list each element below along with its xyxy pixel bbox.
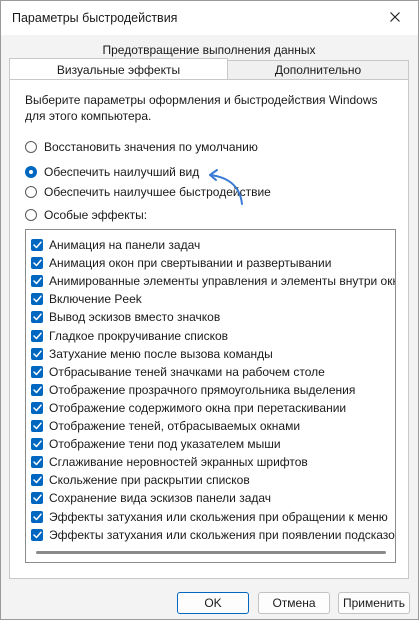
effect-item[interactable]: Эффекты затухания или скольжения при поя… [31, 526, 396, 544]
checkmark-icon[interactable] [31, 420, 43, 432]
effect-label: Отбрасывание теней значками на рабочем с… [49, 364, 325, 379]
radio-circle [25, 186, 37, 198]
effect-item[interactable]: Отображение теней, отбрасываемых окнами [31, 417, 300, 435]
radio-circle [25, 209, 37, 221]
radio-best-appearance[interactable]: Обеспечить наилучший вид [25, 163, 199, 181]
effect-item[interactable]: Отбрасывание теней значками на рабочем с… [31, 363, 325, 381]
checkmark-icon[interactable] [31, 347, 43, 360]
checkmark-icon[interactable] [31, 293, 43, 306]
effect-item[interactable]: Отображение тени под указателем мыши [31, 435, 281, 453]
radio-circle [25, 166, 37, 178]
effect-label: Отображение тени под указателем мыши [49, 437, 281, 452]
checkmark-icon[interactable] [31, 257, 43, 270]
description-text: Выберите параметры оформления и быстроде… [25, 93, 378, 123]
title-bar: Параметры быстродействия [1, 1, 418, 35]
effect-item[interactable]: Эффекты затухания или скольжения при обр… [31, 508, 388, 526]
tab-visual-effects[interactable]: Визуальные эффекты [9, 58, 228, 80]
effect-item[interactable]: Затухание меню после вызова команды [31, 345, 273, 363]
close-button[interactable] [372, 1, 418, 35]
effect-item[interactable]: Анимация окон при свертывании и разверты… [31, 254, 331, 272]
effect-label: Анимация на панели задач [49, 238, 201, 252]
effect-label: Скольжение при раскрытии списков [49, 473, 250, 488]
effect-item[interactable]: Сохранение вида эскизов панели задач [31, 489, 271, 507]
checkmark-icon[interactable] [31, 438, 43, 451]
window-title: Параметры быстродействия [12, 11, 178, 25]
checkmark-icon[interactable] [31, 401, 43, 414]
ok-button[interactable]: OK [177, 592, 249, 614]
radio-label: Особые эффекты: [44, 208, 148, 222]
effects-list[interactable]: Анимация на панели задач Анимация окон пр… [25, 229, 396, 563]
effect-item[interactable]: Скольжение при раскрытии списков [31, 471, 250, 489]
checkmark-icon[interactable] [31, 275, 43, 288]
tab-advanced[interactable]: Дополнительно [228, 60, 409, 80]
tab-label: Предотвращение выполнения данных [102, 43, 316, 57]
effect-item[interactable]: Отображение содержимого окна при перетас… [31, 399, 346, 417]
effect-label: Анимированные элементы управления и элем… [49, 274, 396, 289]
tab-data-execution-prevention[interactable]: Предотвращение выполнения данных [9, 40, 409, 60]
performance-options-dialog: Параметры быстродействия Предотвращение … [0, 0, 419, 620]
checkmark-icon[interactable] [31, 474, 43, 487]
radio-circle [25, 141, 37, 153]
effect-item[interactable]: Вывод эскизов вместо значков [31, 308, 220, 326]
effect-label: Вывод эскизов вместо значков [49, 310, 221, 325]
close-icon [390, 11, 400, 25]
apply-button[interactable]: Применить [338, 592, 410, 614]
effect-label: Гладкое прокручивание списков [49, 328, 229, 343]
radio-restore-defaults[interactable]: Восстановить значения по умолчанию [25, 138, 258, 156]
checkmark-icon[interactable] [31, 456, 43, 469]
effect-item[interactable]: Включение Peek [31, 290, 142, 308]
radio-label: Обеспечить наилучший вид [44, 165, 200, 179]
effect-label: Включение Peek [49, 292, 142, 307]
checkmark-icon[interactable] [31, 528, 43, 541]
tab-label: Визуальные эффекты [56, 62, 181, 77]
cancel-button[interactable]: Отмена [258, 592, 330, 614]
checkmark-icon[interactable] [31, 239, 43, 251]
horizontal-scrollbar[interactable] [36, 551, 386, 554]
effect-item[interactable]: Анимация на панели задач [31, 236, 200, 254]
effect-label: Затухание меню после вызова команды [49, 346, 273, 361]
effect-label: Эффекты затухания или скольжения при поя… [49, 527, 396, 542]
effect-item[interactable]: Отображение прозрачного прямоугольника в… [31, 381, 355, 399]
curved-arrow-icon [200, 168, 250, 211]
radio-label: Восстановить значения по умолчанию [44, 140, 258, 154]
effect-label: Сглаживание неровностей экранных шрифтов [49, 455, 308, 470]
effect-item[interactable]: Анимированные элементы управления и элем… [31, 272, 396, 290]
checkmark-icon[interactable] [31, 492, 43, 505]
checkmark-icon[interactable] [31, 329, 43, 342]
effect-label: Анимация окон при свертывании и разверты… [49, 256, 332, 271]
radio-custom[interactable]: Особые эффекты: [25, 206, 147, 224]
effect-label: Сохранение вида эскизов панели задач [49, 491, 272, 506]
tab-label: Дополнительно [274, 63, 362, 77]
effect-label: Отображение теней, отбрасываемых окнами [49, 419, 301, 433]
effect-item[interactable]: Сглаживание неровностей экранных шрифтов [31, 453, 308, 471]
checkmark-icon[interactable] [31, 510, 43, 523]
checkmark-icon[interactable] [31, 311, 43, 324]
effect-label: Эффекты затухания или скольжения при обр… [49, 509, 388, 524]
checkmark-icon[interactable] [31, 365, 43, 378]
effect-label: Отображение содержимого окна при перетас… [49, 400, 347, 415]
effect-label: Отображение прозрачного прямоугольника в… [49, 382, 356, 397]
visual-effects-panel: Выберите параметры оформления и быстроде… [9, 79, 409, 579]
effect-item[interactable]: Гладкое прокручивание списков [31, 327, 228, 345]
checkmark-icon[interactable] [31, 383, 43, 396]
